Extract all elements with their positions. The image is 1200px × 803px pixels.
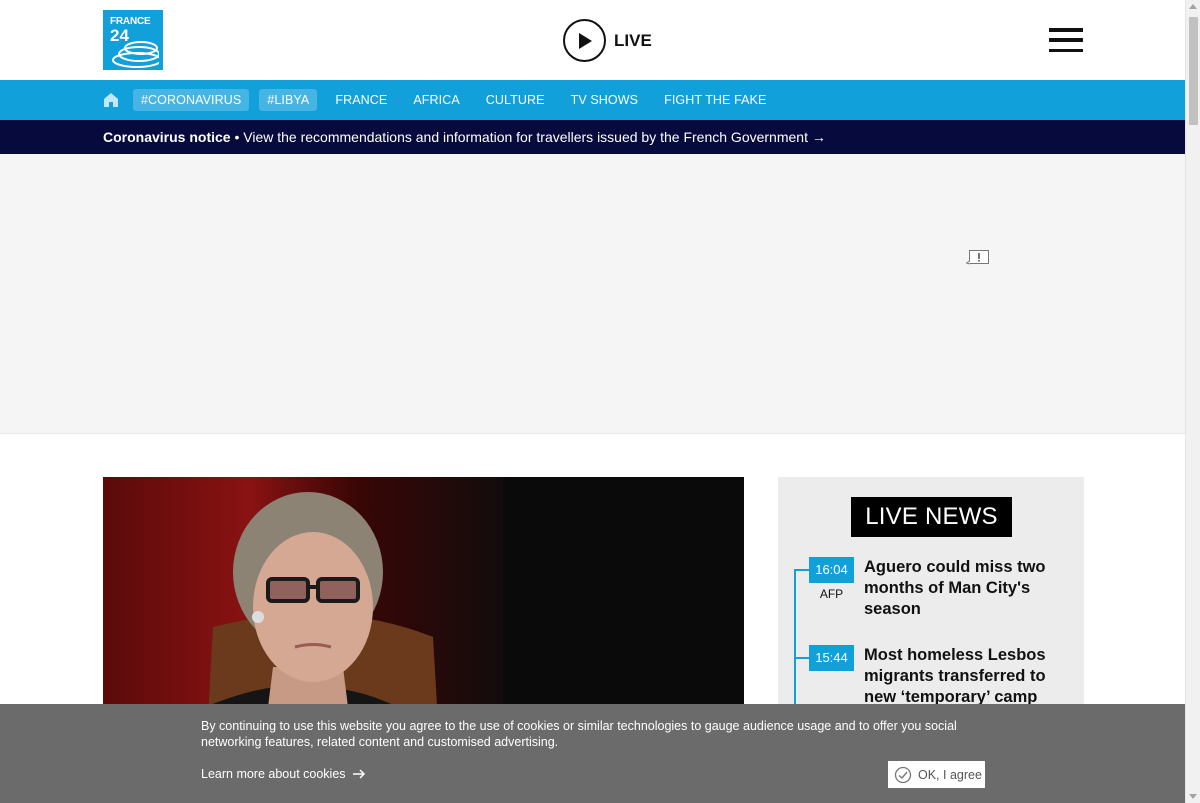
- nav-item-tv-shows[interactable]: TV SHOWS: [571, 93, 638, 107]
- check-circle-icon: [894, 766, 912, 783]
- timeline-tick: [794, 569, 809, 571]
- nav-item-culture[interactable]: CULTURE: [486, 93, 545, 107]
- news-headline: Most homeless Lesbos migrants transferre…: [864, 646, 1046, 706]
- home-icon[interactable]: [103, 92, 119, 108]
- ad-report-icon[interactable]: [966, 249, 990, 266]
- ad-placeholder: [0, 154, 1185, 434]
- learn-more-cookies-link[interactable]: Learn more about cookies: [201, 767, 366, 781]
- live-button[interactable]: LIVE: [563, 19, 652, 62]
- page: FRANCE 24 LIVE #CORONAVIRUS #LIBYA FRANC: [0, 0, 1185, 803]
- nav-item-france[interactable]: FRANCE: [335, 93, 387, 107]
- nav-item-fight-the-fake[interactable]: FIGHT THE FAKE: [664, 93, 766, 107]
- news-time: 15:44: [809, 645, 854, 671]
- scrollbar-thumb[interactable]: [1189, 17, 1198, 125]
- news-source: AFP: [819, 587, 844, 601]
- nav-item-libya[interactable]: #LIBYA: [259, 89, 318, 111]
- scroll-down-icon[interactable]: [1189, 794, 1197, 799]
- coronavirus-notice[interactable]: Coronavirus notice • View the recommenda…: [0, 120, 1185, 154]
- arrow-right-icon: [352, 769, 365, 779]
- hamburger-menu-icon[interactable]: [1049, 28, 1083, 52]
- notice-text: • View the recommendations and informati…: [230, 129, 826, 145]
- page-scrollbar[interactable]: [1185, 0, 1200, 803]
- news-time: 16:04: [809, 557, 854, 583]
- logo-waves-icon: [112, 41, 159, 68]
- nav-item-coronavirus[interactable]: #CORONAVIRUS: [133, 89, 250, 111]
- nav-items: #CORONAVIRUS #LIBYA FRANCE AFRICA CULTUR…: [133, 80, 792, 120]
- timeline-tick: [794, 657, 809, 659]
- site-header: FRANCE 24 LIVE: [0, 0, 1185, 80]
- news-headline: Aguero could miss two months of Man City…: [864, 558, 1046, 618]
- notice-title: Coronavirus notice: [103, 129, 231, 145]
- learn-more-label: Learn more about cookies: [201, 767, 346, 781]
- live-label: LIVE: [614, 30, 652, 50]
- france24-logo[interactable]: FRANCE 24: [103, 10, 163, 70]
- play-icon: [563, 19, 606, 62]
- cookie-text: By continuing to use this website you ag…: [201, 719, 957, 749]
- scroll-up-icon[interactable]: [1189, 4, 1197, 9]
- nav-item-africa[interactable]: AFRICA: [413, 93, 459, 107]
- cookie-banner: By continuing to use this website you ag…: [0, 704, 1185, 803]
- cookie-accept-label: OK, I agree: [918, 767, 982, 782]
- live-news-title: LIVE NEWS: [851, 497, 1012, 537]
- main-nav: #CORONAVIRUS #LIBYA FRANCE AFRICA CULTUR…: [0, 80, 1185, 120]
- cookie-accept-button[interactable]: OK, I agree: [888, 761, 985, 788]
